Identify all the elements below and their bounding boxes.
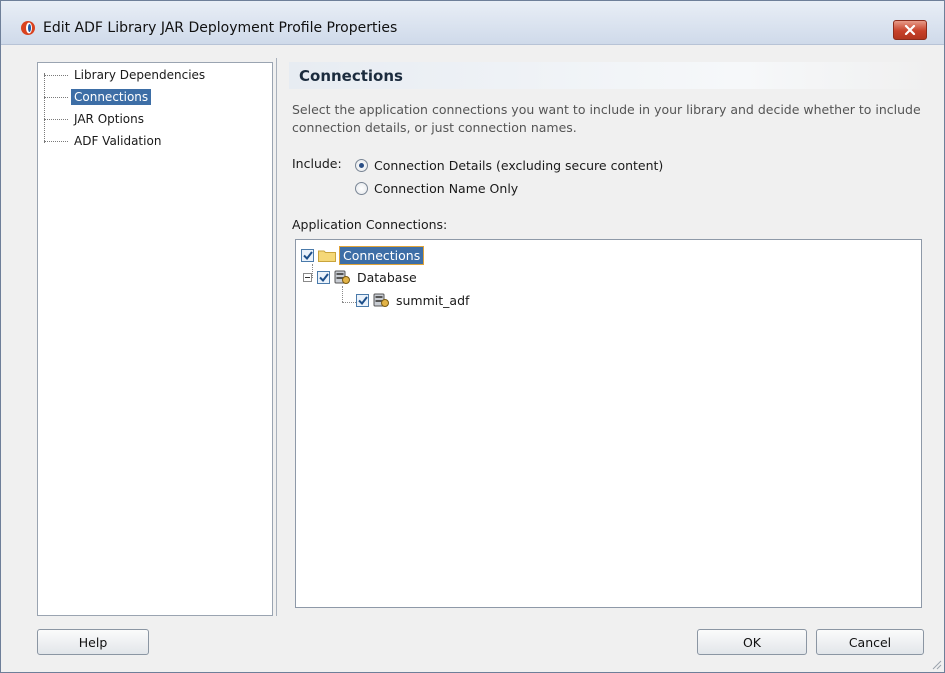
nav-item-label: ADF Validation: [74, 134, 162, 148]
radio-button[interactable]: [355, 181, 368, 195]
check-icon: [357, 295, 368, 305]
include-label: Include:: [292, 156, 342, 171]
oracle-icon: [21, 21, 35, 35]
nav-item-label: Connections: [71, 89, 152, 105]
section-header: Connections: [289, 62, 934, 89]
radio-button[interactable]: [355, 158, 368, 172]
tree-connector: [342, 302, 356, 303]
nav-item-library-dependencies[interactable]: Library Dependencies: [44, 66, 208, 84]
title-bar: Edit ADF Library JAR Deployment Profile …: [1, 1, 944, 45]
close-icon: [904, 25, 916, 35]
panel-splitter[interactable]: [276, 58, 277, 616]
database-icon: [334, 270, 350, 284]
checkbox-summit-adf[interactable]: [356, 293, 369, 307]
radio-connection-name-only[interactable]: Connection Name Only: [355, 179, 518, 197]
nav-item-adf-validation[interactable]: ADF Validation: [44, 132, 164, 150]
application-connections-label: Application Connections:: [292, 217, 448, 232]
tree-label: Database: [357, 269, 417, 285]
tree-label: Connections: [339, 245, 425, 265]
tree-row-summit-adf[interactable]: summit_adf: [356, 290, 472, 310]
radio-connection-details[interactable]: Connection Details (excluding secure con…: [355, 156, 663, 174]
collapse-icon[interactable]: [303, 272, 312, 282]
check-icon: [318, 272, 329, 282]
help-button[interactable]: Help: [37, 629, 149, 655]
tree-connector: [44, 74, 68, 76]
window-title: Edit ADF Library JAR Deployment Profile …: [43, 20, 398, 36]
resize-grip-icon[interactable]: [930, 658, 942, 670]
check-icon: [302, 250, 313, 260]
nav-item-label: JAR Options: [74, 112, 144, 126]
database-connection-icon: [373, 293, 389, 307]
close-button[interactable]: [893, 20, 927, 40]
checkbox-connections[interactable]: [301, 248, 314, 262]
tree-connector: [44, 118, 68, 120]
tree-row-connections[interactable]: Connections: [301, 245, 425, 265]
ok-button[interactable]: OK: [697, 629, 807, 655]
tree-connector: [44, 140, 68, 142]
tree-connector: [342, 286, 343, 302]
folder-icon: [318, 250, 336, 262]
radio-label: Connection Name Only: [374, 180, 519, 196]
panel-description: Select the application connections you w…: [292, 102, 921, 135]
page-title: Connections: [299, 67, 403, 85]
nav-item-label: Library Dependencies: [74, 68, 206, 82]
navigation-tree: Library Dependencies Connections JAR Opt…: [37, 62, 273, 616]
tree-label: summit_adf: [396, 292, 470, 308]
radio-label: Connection Details (excluding secure con…: [374, 157, 664, 173]
tree-connector: [44, 96, 68, 98]
checkbox-database[interactable]: [317, 270, 330, 284]
nav-item-connections[interactable]: Connections: [44, 88, 152, 106]
nav-item-jar-options[interactable]: JAR Options: [44, 110, 147, 128]
dialog-window: Edit ADF Library JAR Deployment Profile …: [0, 0, 945, 673]
connections-tree[interactable]: Connections Database summit_adf: [295, 239, 922, 608]
dialog-content: Library Dependencies Connections JAR Opt…: [11, 45, 944, 672]
tree-row-database[interactable]: Database: [303, 267, 420, 287]
cancel-button[interactable]: Cancel: [816, 629, 924, 655]
